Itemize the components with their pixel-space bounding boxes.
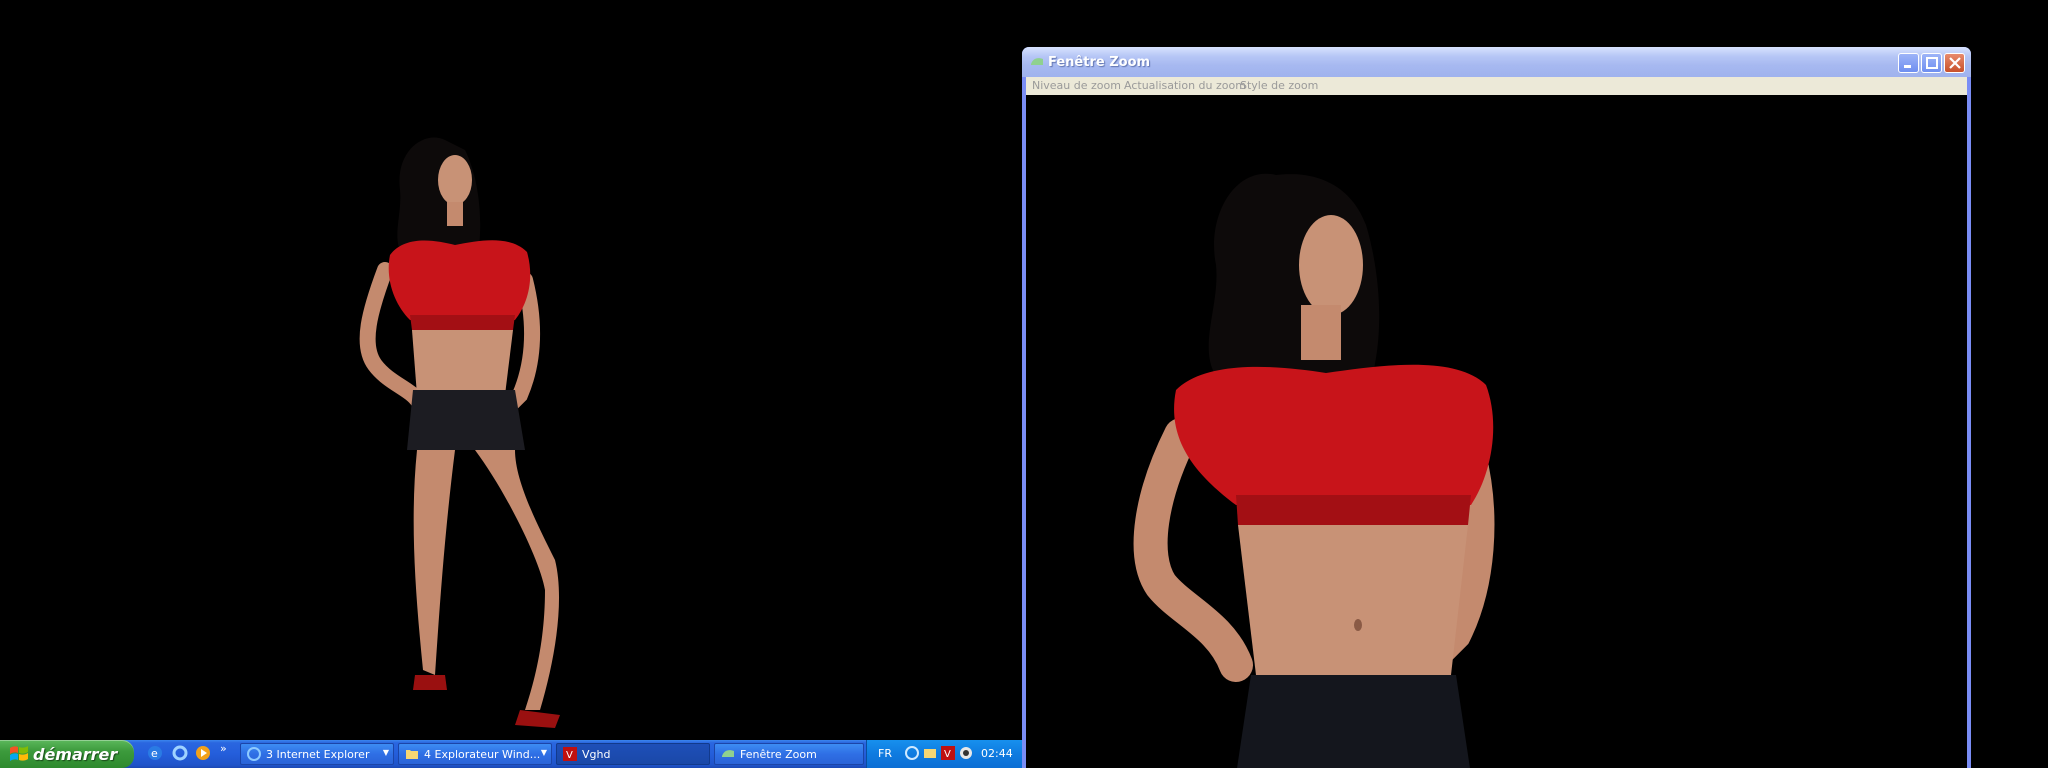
start-label: démarrer [33, 744, 118, 764]
zoom-content-area [1026, 95, 1967, 768]
menu-style-de-zoom[interactable]: Style de zoom [1240, 79, 1318, 92]
zoom-window-icon [722, 750, 734, 757]
svg-text:e: e [151, 747, 158, 760]
clock[interactable]: 02:44 [981, 747, 1013, 760]
svg-text:V: V [566, 750, 573, 761]
task-fenetre-zoom[interactable]: Fenêtre Zoom [714, 743, 864, 765]
task-label: Vghd [582, 747, 611, 761]
start-button[interactable]: démarrer [0, 740, 134, 768]
system-tray: FR V 02:44 [866, 740, 1024, 768]
language-indicator[interactable]: FR [878, 747, 892, 760]
ie-icon[interactable]: e [147, 745, 163, 761]
maximize-button[interactable] [1921, 53, 1942, 73]
chevron-down-icon: ▼ [540, 748, 547, 757]
task-explorateur-windows[interactable]: 4 Explorateur Wind... ▼ [398, 743, 552, 765]
zoom-window-icon [1031, 58, 1043, 65]
network-icon[interactable] [905, 746, 919, 760]
chevron-down-icon: ▼ [382, 748, 389, 757]
taskbar: démarrer e » 3 Internet Explorer ▼ 4 Exp… [0, 740, 1024, 768]
menu-actualisation-du-zoom[interactable]: Actualisation du zoom [1124, 79, 1246, 92]
task-internet-explorer[interactable]: 3 Internet Explorer ▼ [240, 743, 394, 765]
window-title: Fenêtre Zoom [1048, 55, 1151, 70]
desktop-area [0, 0, 1024, 740]
windows-flag-icon [10, 746, 28, 761]
task-label: Fenêtre Zoom [740, 747, 817, 761]
zoom-menubar: Niveau de zoom Actualisation du zoom Sty… [1026, 77, 1967, 95]
ie-icon [247, 747, 261, 761]
folder-icon [406, 750, 418, 759]
speaker-icon[interactable] [959, 746, 973, 760]
folder-tray-icon[interactable] [923, 746, 937, 760]
vghd-tray-icon[interactable]: V [941, 746, 955, 760]
close-button[interactable] [1944, 53, 1965, 73]
quick-launch-chevron-icon[interactable]: » [220, 742, 227, 755]
svg-text:V: V [944, 749, 951, 760]
minimize-button[interactable] [1898, 53, 1919, 73]
desktop-character-figure[interactable] [355, 120, 635, 740]
task-label: 3 Internet Explorer [266, 747, 370, 761]
task-vghd[interactable]: V Vghd [556, 743, 710, 765]
vghd-icon: V [563, 747, 577, 761]
refresh-icon[interactable] [172, 745, 188, 761]
menu-niveau-de-zoom[interactable]: Niveau de zoom [1032, 79, 1121, 92]
zoom-window-titlebar[interactable]: Fenêtre Zoom [1022, 47, 1971, 77]
zoomed-character-figure [1133, 173, 1495, 768]
close-icon [1949, 57, 1961, 69]
media-icon[interactable] [195, 745, 211, 761]
maximize-icon [1926, 57, 1938, 69]
minimize-icon [1904, 65, 1911, 68]
zoom-window: Fenêtre Zoom Niveau de zoom Actualisatio… [1022, 47, 1971, 768]
task-label: 4 Explorateur Wind... [424, 747, 541, 761]
